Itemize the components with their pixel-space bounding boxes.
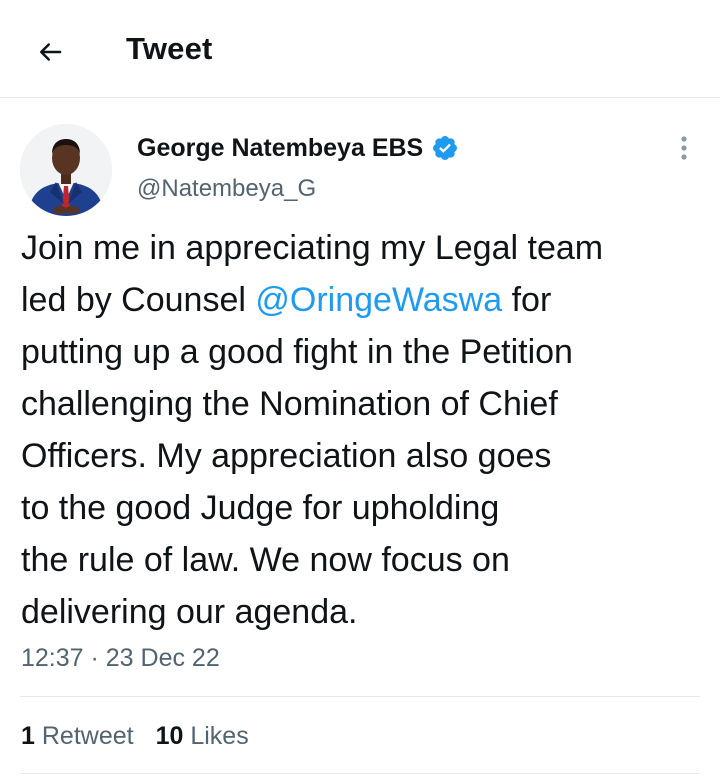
avatar[interactable] — [20, 124, 112, 216]
tweet-text-segment: Join me in appreciating my Legal team — [21, 229, 604, 267]
tweet-line: challenging the Nomination of Chief — [21, 378, 711, 430]
retweets-link[interactable]: 1 Retweet — [21, 719, 134, 753]
author-name[interactable]: George Natembeya EBS — [137, 131, 459, 165]
tweet-text-segment: Officers. My appreciation also goes — [21, 437, 552, 475]
arrow-left-icon — [40, 43, 62, 61]
tweet-line: delivering our agenda. — [21, 586, 711, 638]
mention-link[interactable]: @OringeWaswa — [255, 281, 502, 319]
author-name-text: George Natembeya EBS — [137, 134, 424, 162]
more-vertical-icon — [681, 136, 687, 160]
tweet-text-segment: for — [502, 281, 552, 319]
tweet-text-segment: the rule of law. We now focus on — [21, 541, 510, 579]
back-button[interactable] — [26, 28, 74, 76]
tweet-line: Join me in appreciating my Legal team — [21, 222, 711, 274]
profile-photo — [20, 124, 112, 216]
tweet-text: Join me in appreciating my Legal team le… — [21, 222, 711, 638]
verified-badge-icon — [433, 136, 458, 160]
tweet-line: putting up a good fight in the Petition — [21, 326, 711, 378]
tweet-text-segment: challenging the Nomination of Chief — [21, 385, 558, 423]
tweet-line: Officers. My appreciation also goes — [21, 430, 711, 482]
tweet-text-segment: delivering our agenda. — [21, 593, 358, 631]
retweet-label: Retweet — [41, 722, 134, 750]
page-title: Tweet — [126, 31, 213, 66]
author-handle[interactable]: @Natembeya_G — [137, 173, 316, 205]
divider — [20, 773, 700, 774]
tweet-line: the rule of law. We now focus on — [21, 534, 711, 586]
tweet-timestamp[interactable]: 12:37 · 23 Dec 22 — [21, 641, 220, 675]
divider — [20, 696, 700, 697]
top-bar: Tweet — [0, 0, 720, 98]
like-label: Likes — [190, 722, 249, 750]
likes-link[interactable]: 10 Likes — [156, 719, 249, 753]
tweet-line: led by Counsel @OringeWaswa for — [21, 274, 711, 326]
tweet-text-segment: putting up a good fight in the Petition — [21, 333, 573, 371]
like-count: 10 — [155, 722, 184, 750]
tweet-text-segment: led by Counsel — [21, 281, 256, 319]
tweet-text-segment: to the good Judge for upholding — [21, 489, 500, 527]
tweet-line: to the good Judge for upholding — [21, 482, 711, 534]
more-options-button[interactable] — [666, 130, 702, 166]
retweet-count: 1 — [21, 722, 35, 750]
engagement-stats: 1 Retweet 10 Likes — [21, 719, 271, 753]
